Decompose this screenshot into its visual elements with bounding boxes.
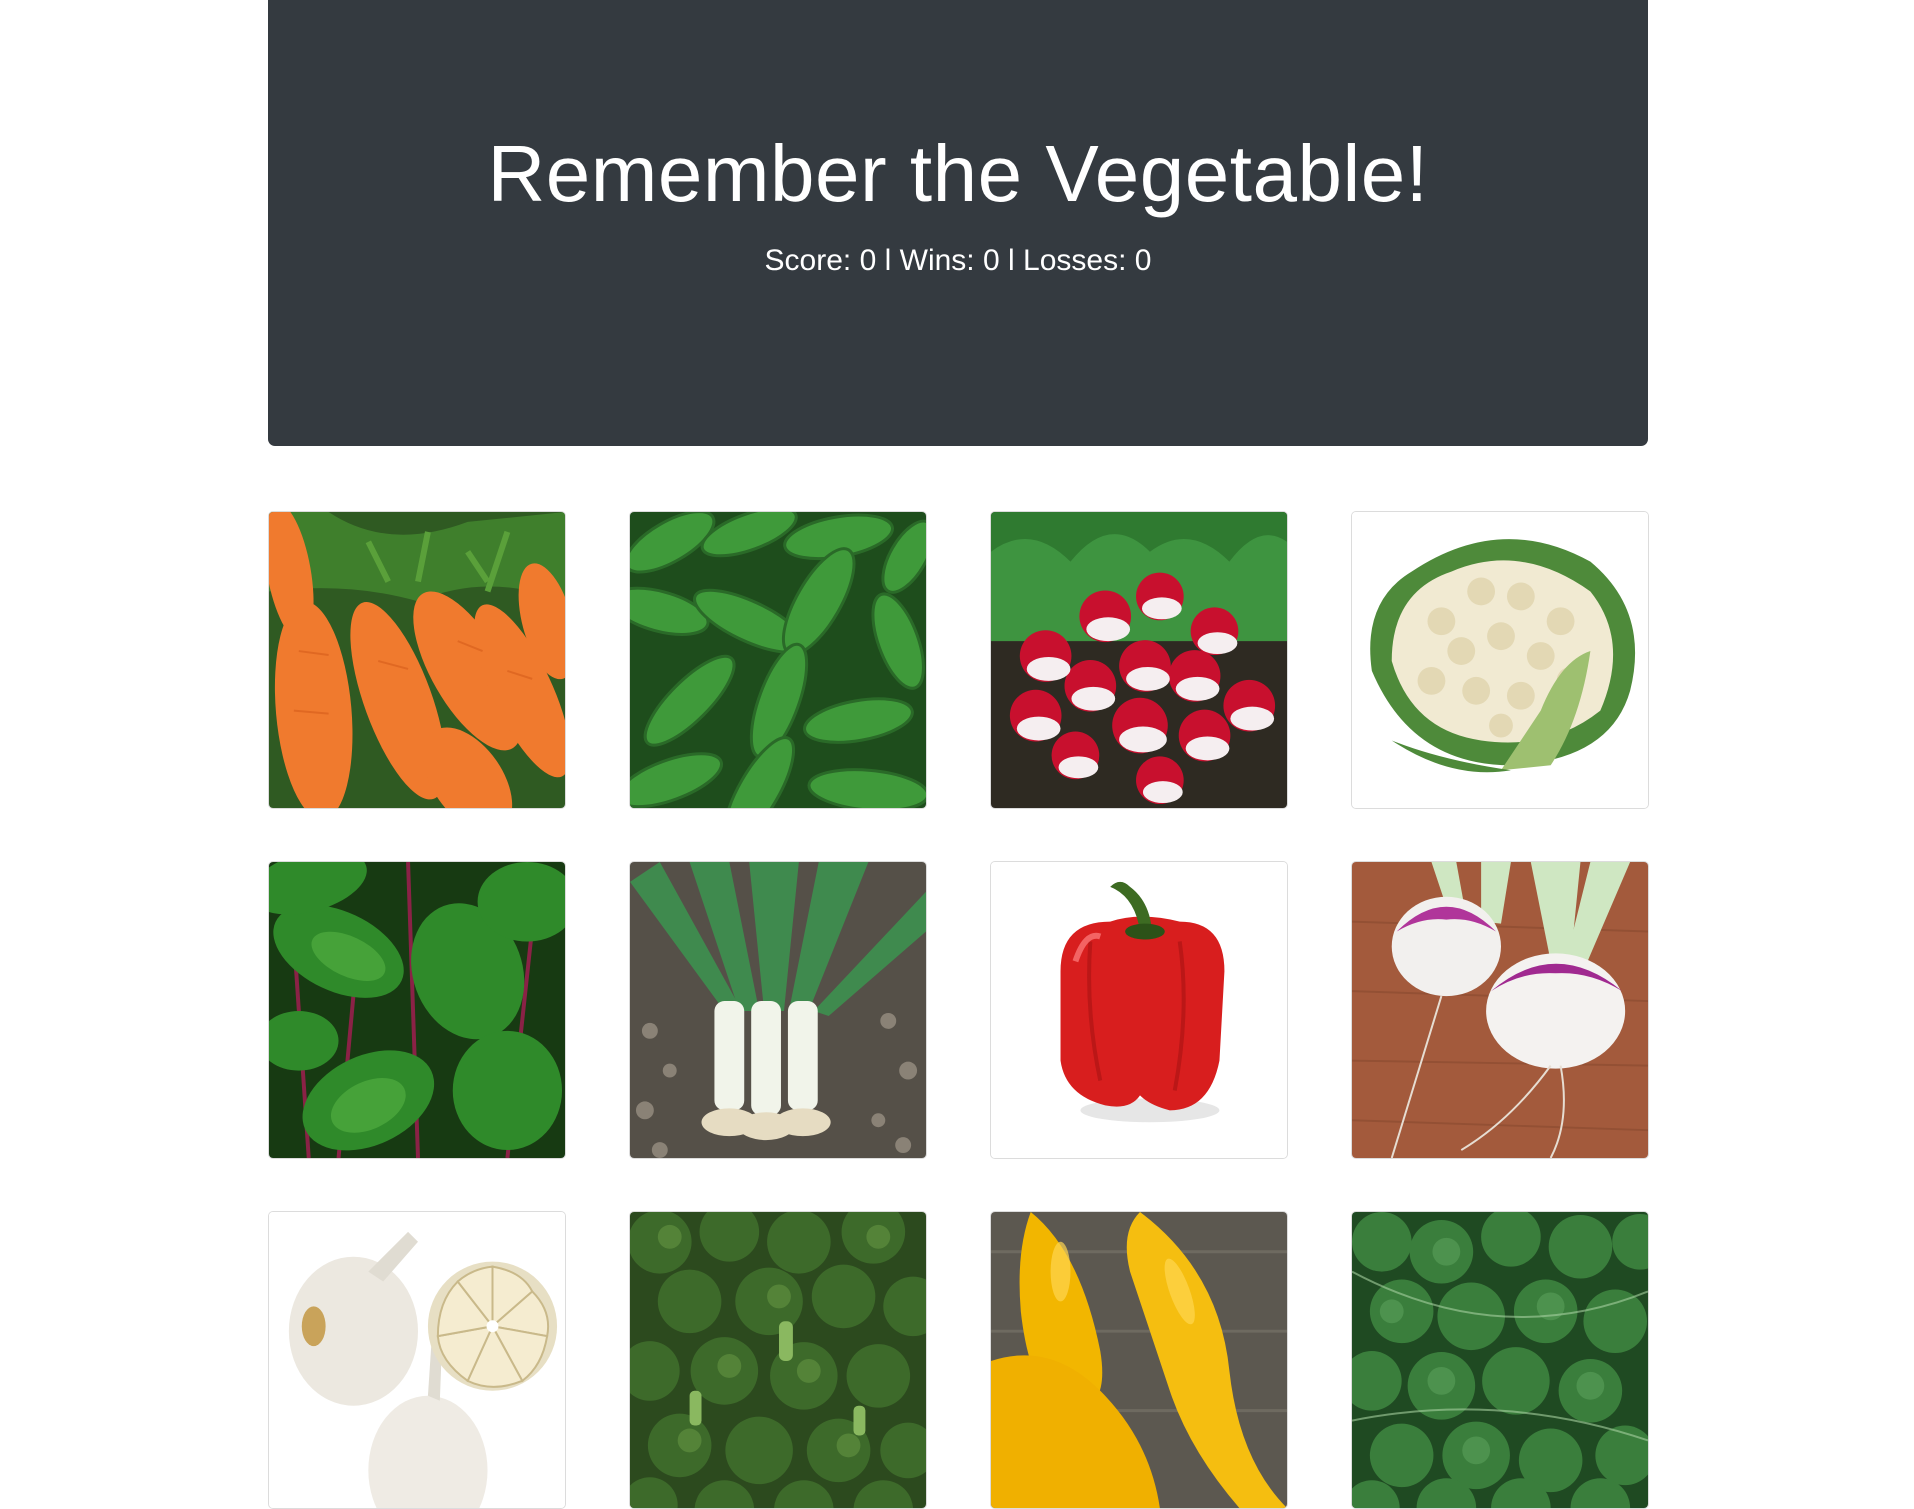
vegetable-card-cucumbers[interactable]: [629, 511, 927, 809]
vegetable-card-kale[interactable]: [1351, 1211, 1649, 1509]
score-value: 0: [859, 244, 877, 277]
spinach-image: [269, 862, 565, 1158]
vegetable-card-turnips[interactable]: [1351, 861, 1649, 1159]
garlic-image: [269, 1212, 565, 1508]
vegetable-card-yellow-squash[interactable]: [990, 1211, 1288, 1509]
game-title: Remember the Vegetable!: [487, 129, 1429, 218]
vegetable-card-red-bell-pepper[interactable]: [990, 861, 1288, 1159]
wins-value: 0: [982, 244, 1000, 277]
score-board: Score: 0 l Wins: 0 l Losses: 0: [268, 243, 1648, 279]
cucumbers-image: [630, 512, 926, 808]
vegetable-card-carrots[interactable]: [268, 511, 566, 809]
red-bell-pepper-image: [991, 862, 1287, 1158]
cauliflower-image: [1352, 512, 1648, 808]
stats-separator: l: [1008, 244, 1015, 277]
wins-label: Wins:: [899, 244, 975, 277]
game-header: Remember the Vegetable! Score: 0 l Wins:…: [268, 0, 1648, 446]
score-label: Score:: [764, 244, 852, 277]
broccoli-image: [630, 1212, 926, 1508]
stats-separator: l: [884, 244, 892, 277]
carrots-image: [269, 512, 565, 808]
turnips-image: [1352, 862, 1648, 1158]
losses-value: 0: [1134, 244, 1152, 277]
vegetable-card-spinach[interactable]: [268, 861, 566, 1159]
vegetable-card-leeks[interactable]: [629, 861, 927, 1159]
yellow-squash-image: [991, 1212, 1287, 1508]
kale-image: [1352, 1212, 1648, 1508]
vegetable-card-cauliflower[interactable]: [1351, 511, 1649, 809]
vegetable-card-garlic[interactable]: [268, 1211, 566, 1509]
vegetable-card-radishes[interactable]: [990, 511, 1288, 809]
vegetable-card-broccoli[interactable]: [629, 1211, 927, 1509]
radishes-image: [991, 512, 1287, 808]
leeks-image: [630, 862, 926, 1158]
losses-label: Losses:: [1023, 244, 1127, 277]
